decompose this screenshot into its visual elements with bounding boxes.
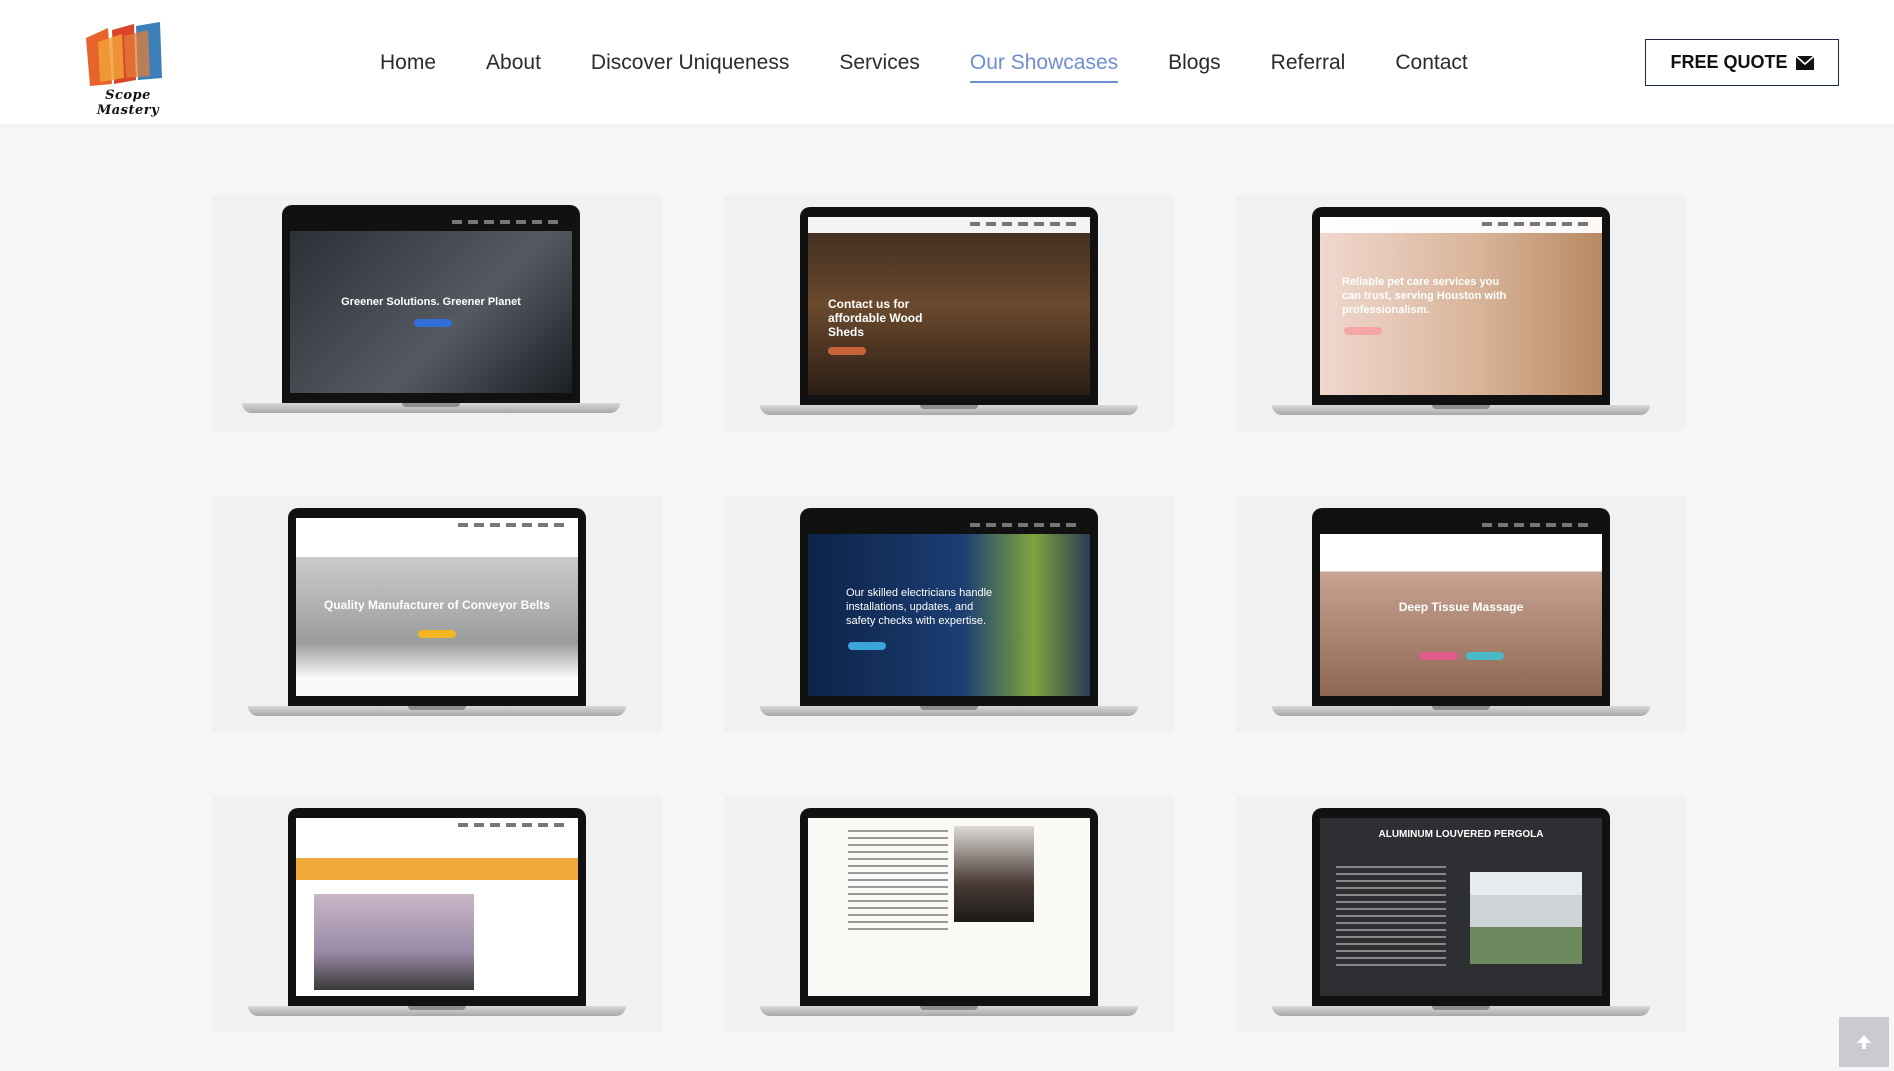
showcase-card[interactable]: Greener Solutions. Greener Planet: [212, 195, 662, 431]
nav-services[interactable]: Services: [839, 51, 920, 75]
main-nav: Home About Discover Uniqueness Services …: [380, 48, 1518, 83]
product-image: [314, 894, 474, 990]
showcase-card[interactable]: ALUMINUM LOUVERED PERGOLA: [1236, 796, 1686, 1032]
arrow-up-icon: [1857, 1035, 1871, 1049]
orange-banner: [296, 858, 578, 880]
showcase-headline: Reliable pet care services you can trust…: [1342, 276, 1507, 316]
text-column: [1336, 866, 1446, 966]
scroll-to-top-button[interactable]: [1839, 1017, 1889, 1067]
nav-home[interactable]: Home: [380, 51, 436, 75]
brand-name: Scope Mastery: [96, 88, 160, 118]
showcase-headline: ALUMINUM LOUVERED PERGOLA: [1378, 829, 1544, 840]
portrait-image: [954, 826, 1034, 922]
site-header: Scope Mastery Home About Discover Unique…: [0, 0, 1894, 124]
showcase-headline: Deep Tissue Massage: [1398, 600, 1524, 614]
envelope-icon: [1795, 55, 1814, 70]
showcase-card[interactable]: Deep Tissue Massage: [1236, 496, 1686, 732]
logo-mark-icon: [86, 22, 162, 86]
showcase-headline: Our skilled electricians handle installa…: [846, 587, 993, 627]
showcase-card[interactable]: [724, 796, 1174, 1032]
showcase-card[interactable]: Reliable pet care services you can trust…: [1236, 195, 1686, 431]
brand-logo[interactable]: Scope Mastery: [72, 20, 184, 118]
nav-about[interactable]: About: [486, 51, 541, 75]
nav-our-showcases[interactable]: Our Showcases: [969, 51, 1119, 83]
text-column: [848, 830, 948, 930]
pergola-image: [1470, 872, 1582, 964]
showcase-headline: Contact us for affordable Wood Sheds: [828, 297, 923, 339]
free-quote-label: FREE QUOTE: [1670, 52, 1788, 72]
nav-blogs[interactable]: Blogs: [1168, 51, 1221, 75]
nav-contact[interactable]: Contact: [1395, 51, 1467, 75]
nav-referral[interactable]: Referral: [1271, 51, 1346, 75]
free-quote-button[interactable]: FREE QUOTE: [1645, 39, 1839, 86]
showcase-card[interactable]: Quality Manufacturer of Conveyor Belts: [212, 496, 662, 732]
showcase-headline: Quality Manufacturer of Conveyor Belts: [323, 598, 551, 612]
nav-discover-uniqueness[interactable]: Discover Uniqueness: [591, 51, 789, 75]
showcase-card[interactable]: Contact us for affordable Wood Sheds: [724, 195, 1174, 431]
showcase-card[interactable]: [212, 796, 662, 1032]
showcase-headline: Greener Solutions. Greener Planet: [341, 296, 521, 308]
showcase-card[interactable]: Our skilled electricians handle installa…: [724, 496, 1174, 732]
